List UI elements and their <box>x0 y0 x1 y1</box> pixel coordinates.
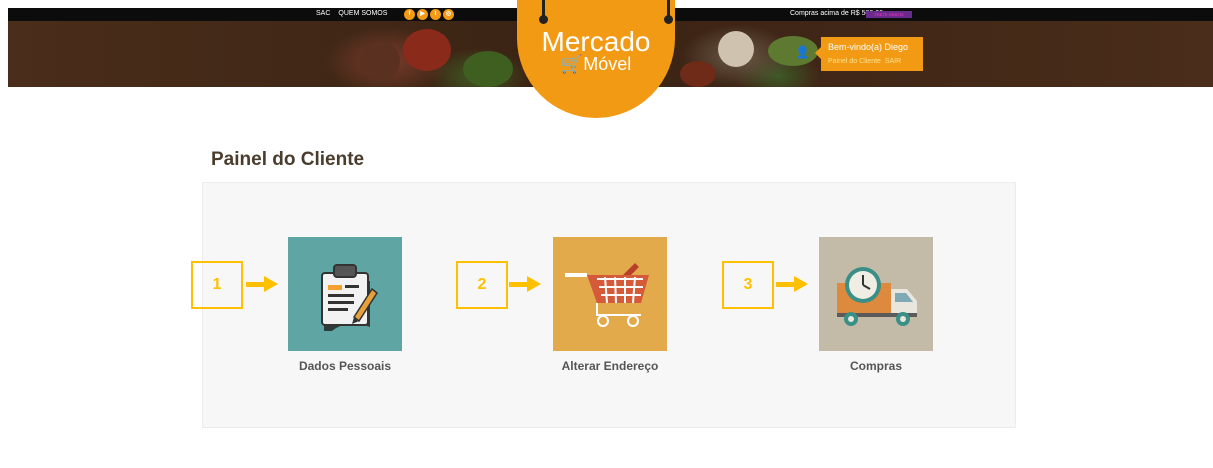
mushroom-image <box>718 31 754 67</box>
page-title: Painel do Cliente <box>211 149 365 170</box>
arrow-icon <box>246 276 278 292</box>
hanger-hook <box>664 0 673 24</box>
step-number-box: 1 <box>191 261 243 309</box>
logout-link[interactable]: SAIR <box>885 58 901 65</box>
tomato-image <box>403 29 451 71</box>
vegetable-image <box>360 41 400 81</box>
pepper-image <box>680 61 716 87</box>
step-number-box: 2 <box>456 261 508 309</box>
step-number-box: 3 <box>722 261 774 309</box>
quem-somos-link[interactable]: QUEM SOMOS <box>338 10 387 17</box>
youtube-icon[interactable]: ▶ <box>417 9 428 20</box>
zucchini-image <box>768 36 818 66</box>
account-links: Painel do Cliente SAIR <box>828 58 901 65</box>
sac-link[interactable]: SAC <box>316 10 330 17</box>
welcome-box: Bem-vindo(a) Diego Painel do Cliente SAI… <box>815 37 923 71</box>
alterar-endereco-label[interactable]: Alterar Endereço <box>530 359 690 373</box>
user-icon[interactable]: 👤 <box>795 45 810 59</box>
cart-icon: 🛒 <box>560 54 584 74</box>
herbs-image <box>463 51 513 87</box>
free-shipping-badge: FRETE GRÁTIS <box>866 11 912 18</box>
mercado-movel-logo[interactable]: Mercado 🛒Móvel <box>517 0 675 118</box>
compras-label[interactable]: Compras <box>796 359 956 373</box>
customer-panel-link[interactable]: Painel do Cliente <box>828 58 881 65</box>
welcome-text: Bem-vindo(a) Diego <box>828 42 909 52</box>
instagram-icon[interactable]: ◎ <box>443 9 454 20</box>
shopping-cart-icon <box>565 263 649 327</box>
dados-pessoais-label[interactable]: Dados Pessoais <box>265 359 425 373</box>
compras-card[interactable] <box>819 237 933 351</box>
clipboard-icon <box>321 264 378 331</box>
alterar-endereco-card[interactable] <box>553 237 667 351</box>
page-margin <box>0 0 8 468</box>
logo-subtitle-text: Móvel <box>583 54 632 74</box>
arrow-icon <box>509 276 541 292</box>
hanger-hook <box>539 0 548 24</box>
twitter-icon[interactable]: t <box>430 9 441 20</box>
dados-pessoais-card[interactable] <box>288 237 402 351</box>
arrow-icon <box>776 276 808 292</box>
facebook-icon[interactable]: f <box>404 9 415 20</box>
logo-subtitle: 🛒Móvel <box>517 54 675 75</box>
delivery-truck-icon <box>837 267 917 326</box>
